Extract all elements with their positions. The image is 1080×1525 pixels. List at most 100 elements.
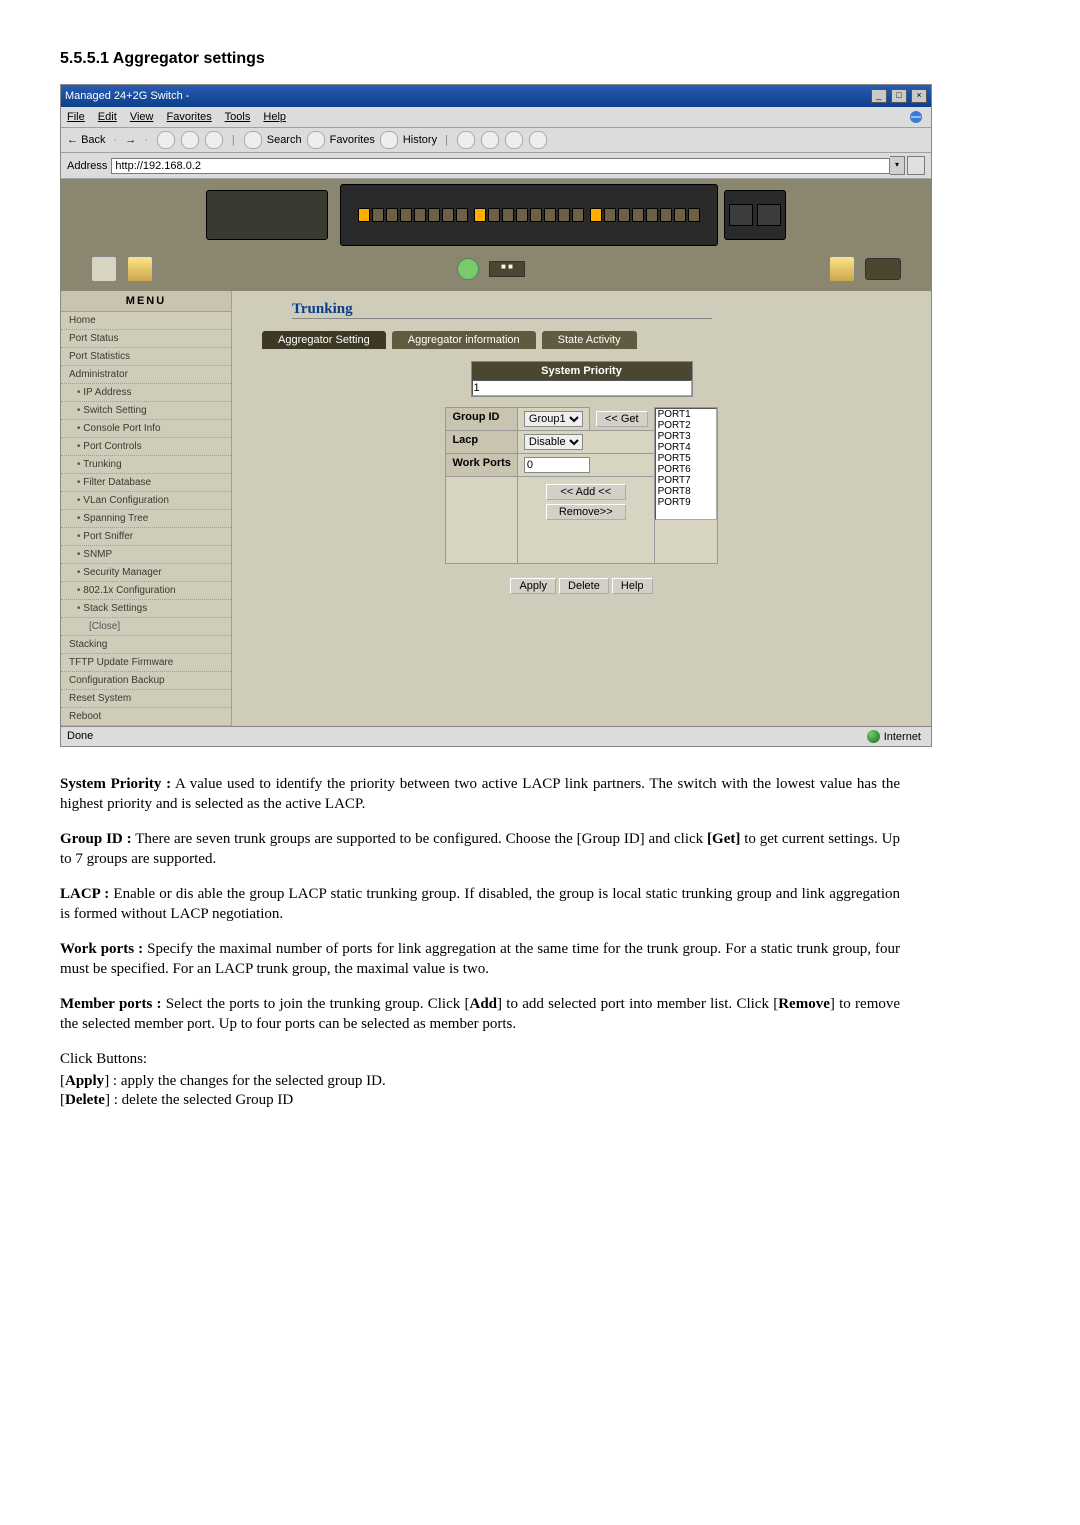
group-id-select[interactable]: Group1 [524,411,583,427]
menu-tools[interactable]: Tools [225,111,251,123]
status-bar: Done Internet [61,726,931,746]
click-buttons-label: Click Buttons: [60,1050,900,1070]
discuss-icon[interactable] [529,131,547,149]
history-label[interactable]: History [403,134,437,146]
menu-security-manager[interactable]: Security Manager [61,564,231,582]
get-button[interactable]: << Get [596,411,648,427]
work-ports-input[interactable] [524,457,590,473]
menu-file[interactable]: File [67,111,85,123]
address-label: Address [67,160,107,172]
para-group-id: Group ID : There are seven trunk groups … [60,830,900,869]
search-label[interactable]: Search [267,134,302,146]
browser-toolbar: ← Back · → · | Search Favorites History … [61,128,931,153]
label-work-ports: Work Ports [446,454,517,477]
window-titlebar: Managed 24+2G Switch - _ □ × [61,85,931,107]
menu-port-controls[interactable]: Port Controls [61,438,231,456]
menu-stacking[interactable]: Stacking [61,636,231,654]
ie-logo-icon [907,109,925,125]
menu-stack-settings[interactable]: Stack Settings [61,600,231,618]
help-button[interactable]: Help [612,578,653,594]
menu-favorites[interactable]: Favorites [167,111,212,123]
address-input[interactable] [111,158,890,174]
favorites-label[interactable]: Favorites [330,134,375,146]
browser-menubar: File Edit View Favorites Tools Help [61,107,931,128]
delete-button[interactable]: Delete [559,578,609,594]
tab-aggregator-information[interactable]: Aggregator information [392,331,536,349]
forward-button[interactable]: → [125,134,136,146]
menu-port-sniffer[interactable]: Port Sniffer [61,528,231,546]
menu-port-status[interactable]: Port Status [61,330,231,348]
available-ports-list[interactable]: PORT1 PORT2 PORT3 PORT4 PORT5 PORT6 PORT… [655,408,717,520]
search-icon[interactable] [244,131,262,149]
refresh-icon[interactable] [181,131,199,149]
tab-state-activity[interactable]: State Activity [542,331,637,349]
address-dropdown[interactable]: ▾ [890,156,905,175]
para-system-priority: System Priority : A value used to identi… [60,775,900,814]
menu-port-statistics[interactable]: Port Statistics [61,348,231,366]
delete-line: [Delete] : delete the selected Group ID [60,1091,900,1111]
label-group-id: Group ID [446,408,517,431]
mail-icon[interactable] [457,131,475,149]
maximize-button[interactable]: □ [891,89,907,103]
system-priority-input[interactable] [472,380,692,396]
back-button[interactable]: ← Back [67,134,106,146]
menu-edit[interactable]: Edit [98,111,117,123]
status-done: Done [67,730,93,743]
menu-close[interactable]: [Close] [61,618,231,636]
menu-administrator[interactable]: Administrator [61,366,231,384]
lacp-select[interactable]: Disable [524,434,583,450]
menu-reset-system[interactable]: Reset System [61,690,231,708]
apply-line: [Apply] : apply the changes for the sele… [60,1072,900,1092]
bottom-buttons: Apply Delete Help [232,564,931,614]
device-banner [61,179,931,251]
menu-help[interactable]: Help [263,111,286,123]
uplink-slots [724,190,786,240]
menu-config-backup[interactable]: Configuration Backup [61,672,231,690]
internet-zone-icon [867,730,880,743]
add-button[interactable]: << Add << [546,484,626,500]
favorites-icon[interactable] [307,131,325,149]
page-title: Trunking [292,301,712,319]
minimize-button[interactable]: _ [871,89,887,103]
menu-tftp-update[interactable]: TFTP Update Firmware [61,654,231,672]
window-title: Managed 24+2G Switch - [65,90,189,102]
menu-trunking[interactable]: Trunking [61,456,231,474]
remove-button[interactable]: Remove>> [546,504,626,520]
print-icon[interactable] [481,131,499,149]
edit-icon[interactable] [505,131,523,149]
home-icon[interactable] [205,131,223,149]
stop-icon[interactable] [157,131,175,149]
menu-8021x[interactable]: 802.1x Configuration [61,582,231,600]
go-button[interactable] [907,156,925,175]
para-member-ports: Member ports : Select the ports to join … [60,995,900,1034]
close-button[interactable]: × [911,89,927,103]
menu-console-port[interactable]: Console Port Info [61,420,231,438]
address-bar: Address ▾ [61,153,931,179]
menu-spanning-tree[interactable]: Spanning Tree [61,510,231,528]
status-zone: Internet [884,731,921,743]
menu-snmp[interactable]: SNMP [61,546,231,564]
menu-filter-database[interactable]: Filter Database [61,474,231,492]
sidebar-menu: MENU Home Port Status Port Statistics Ad… [61,291,232,726]
switch-front-panel [340,184,718,246]
menu-ip-address[interactable]: IP Address [61,384,231,402]
menu-home[interactable]: Home [61,312,231,330]
system-priority-box: System Priority [471,361,693,397]
tab-row: Aggregator Setting Aggregator informatio… [262,331,931,349]
indicator-row: ■ ■ [61,251,931,291]
para-lacp: LACP : Enable or dis able the group LACP… [60,885,900,924]
label-lacp: Lacp [446,431,517,454]
para-work-ports: Work ports : Specify the maximal number … [60,940,900,979]
window-controls: _ □ × [870,89,927,103]
system-priority-label: System Priority [472,362,692,380]
main-panel: Trunking Aggregator Setting Aggregator i… [232,291,931,726]
apply-button[interactable]: Apply [510,578,556,594]
menu-reboot[interactable]: Reboot [61,708,231,726]
section-heading: 5.5.5.1 Aggregator settings [60,50,900,68]
tab-aggregator-setting[interactable]: Aggregator Setting [262,331,386,349]
history-icon[interactable] [380,131,398,149]
menu-view[interactable]: View [130,111,154,123]
menu-switch-setting[interactable]: Switch Setting [61,402,231,420]
config-table: Group ID Group1 << Get PORT1 PORT2 POR [445,407,717,564]
menu-vlan-config[interactable]: VLan Configuration [61,492,231,510]
